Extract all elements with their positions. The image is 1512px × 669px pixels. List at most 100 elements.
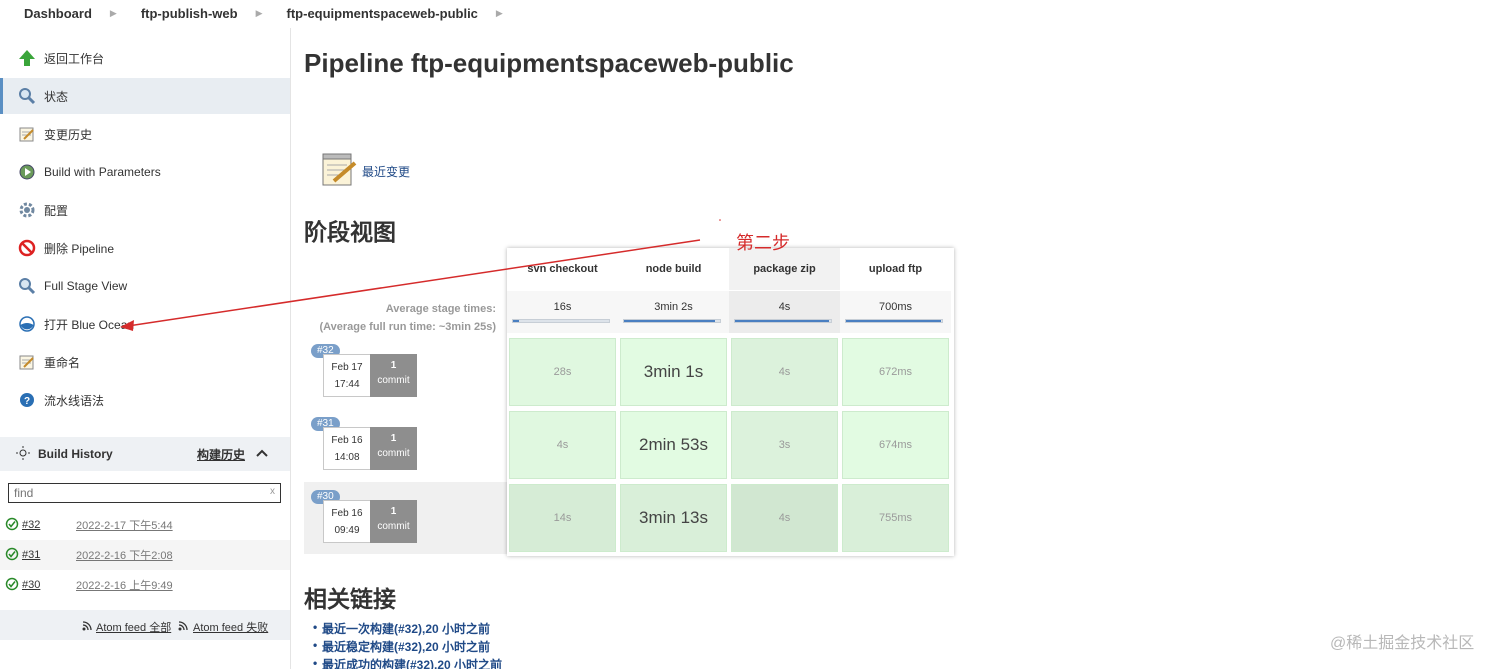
run-time: 09:49 <box>334 525 360 536</box>
stage-cell[interactable]: 28s <box>509 338 616 406</box>
build-number-link[interactable]: #32 <box>22 519 40 531</box>
commit-box[interactable]: 1 commit <box>370 427 417 470</box>
stage-average: 16s <box>507 291 618 333</box>
stage-header-upload-ftp: upload ftp <box>868 263 923 275</box>
commit-count: 1 <box>390 506 397 517</box>
sidebar-item-build-with-parameters[interactable]: Build with Parameters <box>0 154 290 190</box>
run-date: Feb 16 <box>331 435 363 446</box>
commit-label: commit <box>377 448 410 459</box>
build-trend-link[interactable]: 构建历史 <box>197 446 245 463</box>
search-icon <box>16 275 38 297</box>
sun-icon <box>16 445 30 463</box>
sidebar-item-label: 流水线语法 <box>44 393 105 408</box>
build-time-link[interactable]: 2022-2-16 上午9:49 <box>76 577 173 593</box>
last-build-link[interactable]: 最近一次构建(#32),20 小时之前 <box>313 620 622 637</box>
sidebar-item-configure[interactable]: 配置 <box>0 192 290 228</box>
gear-icon <box>16 199 38 221</box>
stage-average-time: 4s <box>778 301 791 313</box>
build-number-link[interactable]: #30 <box>22 579 40 591</box>
sidebar-item-label: Build with Parameters <box>44 165 161 179</box>
commit-box[interactable]: 1 commit <box>370 354 417 397</box>
stage-header-node-build: node build <box>645 263 702 275</box>
sidebar-item-changes[interactable]: 变更历史 <box>0 116 290 152</box>
breadcrumb-separator-icon[interactable]: ▶ <box>496 8 503 19</box>
build-time-link[interactable]: 2022-2-17 下午5:44 <box>76 517 173 533</box>
stage-average-time: 16s <box>553 301 572 313</box>
breadcrumb-separator-icon[interactable]: ▶ <box>110 8 117 19</box>
stage-cell[interactable]: 2min 53s <box>620 411 727 479</box>
commit-label: commit <box>377 521 410 532</box>
build-time-link[interactable]: 2022-2-16 下午2:08 <box>76 547 173 563</box>
stage-average: 700ms <box>840 291 951 333</box>
run-date-box: Feb 16 09:49 <box>323 500 371 543</box>
stage-cell[interactable]: 3min 13s <box>620 484 727 552</box>
stage-cell[interactable]: 674ms <box>842 411 949 479</box>
build-history-header: Build History 构建历史 <box>0 437 290 471</box>
breadcrumb-folder[interactable]: ftp-publish-web <box>117 6 256 21</box>
breadcrumb-job[interactable]: ftp-equipmentspaceweb-public <box>263 6 496 21</box>
stage-cell[interactable]: 755ms <box>842 484 949 552</box>
up-arrow-icon <box>16 47 38 69</box>
sidebar-item-open-blue-ocean[interactable]: 打开 Blue Ocean <box>0 306 290 342</box>
build-search-input[interactable] <box>8 483 281 503</box>
sidebar-item-back-to-dashboard[interactable]: 返回工作台 <box>0 40 290 76</box>
help-icon: ? <box>16 389 38 411</box>
breadcrumb-dashboard[interactable]: Dashboard <box>0 6 110 21</box>
commit-box[interactable]: 1 commit <box>370 500 417 543</box>
run-date: Feb 16 <box>331 508 363 519</box>
average-times-label: Average stage times: (Average full run t… <box>310 300 496 336</box>
stage-cell[interactable]: 672ms <box>842 338 949 406</box>
success-check-icon <box>5 577 19 594</box>
notepad-icon <box>16 123 38 145</box>
breadcrumb: Dashboard ▶ ftp-publish-web ▶ ftp-equipm… <box>0 0 1512 26</box>
run-date-box: Feb 16 14:08 <box>323 427 371 470</box>
chevron-up-icon[interactable] <box>256 447 268 461</box>
sidebar-item-pipeline-syntax[interactable]: ? 流水线语法 <box>0 382 290 418</box>
breadcrumb-separator-icon[interactable]: ▶ <box>256 8 263 19</box>
atom-feed-all-link[interactable]: Atom feed 全部 <box>96 619 171 635</box>
recent-changes-link[interactable]: 最近变更 <box>362 163 410 180</box>
stage-average: 3min 2s <box>618 291 729 333</box>
last-stable-build-link[interactable]: 最近稳定构建(#32),20 小时之前 <box>313 638 622 655</box>
stage-cell[interactable]: 3min 1s <box>620 338 727 406</box>
notepad-icon[interactable] <box>320 151 358 192</box>
watermark: @稀土掘金技术社区 <box>1330 635 1475 652</box>
sidebar-item-status[interactable]: 状态 <box>0 78 290 114</box>
stage-cell[interactable]: 4s <box>731 484 838 552</box>
stage-cell[interactable]: 4s <box>509 411 616 479</box>
sidebar-item-delete-pipeline[interactable]: 删除 Pipeline <box>0 230 290 266</box>
sidebar-item-label: 删除 Pipeline <box>44 241 115 256</box>
stage-average-time: 700ms <box>878 301 913 313</box>
last-successful-build-link[interactable]: 最近成功的构建(#32),20 小时之前 <box>313 656 622 669</box>
stage-cell[interactable]: 14s <box>509 484 616 552</box>
sidebar-item-label: 返回工作台 <box>44 51 105 66</box>
rss-icon <box>82 620 92 634</box>
notepad-icon <box>16 351 38 373</box>
clear-search-icon[interactable]: x <box>270 486 275 497</box>
stage-average-progress <box>734 319 832 323</box>
commit-label: commit <box>377 375 410 386</box>
blue-ocean-icon <box>16 313 38 335</box>
sidebar-item-label: 重命名 <box>44 355 81 370</box>
run-time: 14:08 <box>334 452 360 463</box>
sidebar-item-label: 配置 <box>44 203 69 218</box>
average-stage-times-label: Average stage times: <box>385 303 496 315</box>
build-number-link[interactable]: #31 <box>22 549 40 561</box>
svg-text:?: ? <box>24 396 30 407</box>
atom-feed-failed-link[interactable]: Atom feed 失败 <box>193 619 268 635</box>
sidebar-item-full-stage-view[interactable]: Full Stage View <box>0 268 290 304</box>
stage-view-heading: 阶段视图 <box>304 219 396 245</box>
page-title: Pipeline ftp-equipmentspaceweb-public <box>304 48 794 78</box>
search-icon <box>16 85 38 107</box>
stage-cell[interactable]: 3s <box>731 411 838 479</box>
annotation-label: 第二步 <box>736 233 790 254</box>
stage-header-svn-checkout: svn checkout <box>527 263 598 275</box>
sidebar-item-rename[interactable]: 重命名 <box>0 344 290 380</box>
stage-average-progress <box>845 319 943 323</box>
success-check-icon <box>5 547 19 564</box>
run-time: 17:44 <box>334 379 360 390</box>
stage-cell[interactable]: 4s <box>731 338 838 406</box>
commit-count: 1 <box>390 433 397 444</box>
average-full-run-label: (Average full run time: ~3min 25s) <box>319 321 496 333</box>
sidebar-divider <box>290 28 291 669</box>
